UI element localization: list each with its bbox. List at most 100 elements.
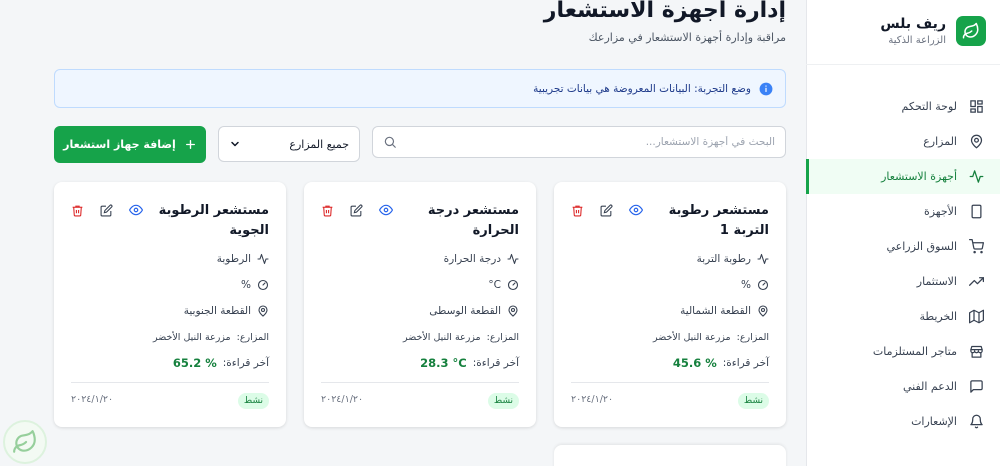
brand-name: ريف بلس xyxy=(880,16,946,32)
last-reading-row: آخر قراءة: 45.6 % xyxy=(673,356,769,370)
delete-button[interactable] xyxy=(568,202,587,218)
last-reading-value: 28.3 °C xyxy=(420,356,467,370)
map-pin-icon xyxy=(758,305,768,317)
sidebar-item-label: متاجر المستلزمات xyxy=(872,345,957,358)
sensor-card[interactable]: مستشعر درجة الحرارة درجة الحرارة °C القط… xyxy=(304,182,536,427)
watermark-logo-icon xyxy=(3,420,47,464)
demo-mode-banner: وضع التجربة: البيانات المعروضة هي بيانات… xyxy=(54,69,786,108)
page-title: إدارة أجهزة الاستشعار xyxy=(543,0,786,23)
sensor-unit: °C xyxy=(488,279,501,291)
sidebar-item-devices[interactable]: الأجهزة xyxy=(807,194,1000,229)
sensor-date: ٢٠٢٤/١/٢٠ xyxy=(71,394,114,405)
plus-icon xyxy=(185,140,195,149)
card-actions xyxy=(318,202,395,218)
trash-icon xyxy=(572,205,583,216)
sidebar-item-label: الاستثمار xyxy=(916,275,957,288)
sidebar-item-label: الدعم الفني xyxy=(902,380,957,393)
sensor-farmer-row: المزارع: مزرعة النيل الأخضر xyxy=(153,332,269,343)
sidebar-item-map[interactable]: الخريطة xyxy=(807,299,1000,334)
sidebar-item-label: الخريطة xyxy=(919,310,957,323)
sensor-date: ٢٠٢٤/١/٢٠ xyxy=(571,394,614,405)
activity-icon xyxy=(507,253,519,265)
sensor-card[interactable]: مستشعر الرطوبة الجوية الرطوبة % القطعة ا… xyxy=(54,182,286,427)
sensor-title: مستشعر الرطوبة الجوية xyxy=(158,203,269,238)
map-pin-icon xyxy=(970,134,983,149)
add-sensor-label: إضافة جهاز استشعار xyxy=(63,138,176,151)
page-subtitle: مراقبة وإدارة أجهزة الاستشعار في مزارعك xyxy=(588,31,786,44)
brand[interactable]: ريف بلس الزراعة الذكية xyxy=(880,16,986,46)
status-badge: نشط xyxy=(487,393,519,409)
store-icon xyxy=(970,345,983,358)
add-sensor-button[interactable]: إضافة جهاز استشعار xyxy=(54,126,206,163)
sensor-farmer: مزرعة النيل الأخضر xyxy=(653,332,731,343)
card-actions xyxy=(68,202,145,218)
sidebar-item-label: لوحة التحكم xyxy=(901,100,957,113)
sidebar-item-dashboard[interactable]: لوحة التحكم xyxy=(807,89,1000,124)
sensor-type: رطوبة التربة xyxy=(696,253,751,265)
edit-icon xyxy=(100,203,113,216)
sidebar-item-label: الإشعارات xyxy=(911,415,957,428)
sensor-type-row: درجة الحرارة xyxy=(444,253,519,265)
sensor-card[interactable]: مستشعر رطوبة التربة 1 رطوبة التربة % الق… xyxy=(554,182,786,427)
sensor-type: الرطوبة xyxy=(216,253,251,265)
sensor-type-row: الرطوبة xyxy=(217,253,269,265)
sidebar-item-market[interactable]: السوق الزراعي xyxy=(807,229,1000,264)
sidebar-item-notifications[interactable]: الإشعارات xyxy=(807,404,1000,439)
activity-icon xyxy=(757,253,769,265)
sensor-unit: % xyxy=(241,279,251,291)
farm-filter-select[interactable]: جميع المزارع xyxy=(218,126,360,162)
view-button[interactable] xyxy=(126,202,145,218)
last-reading-row: آخر قراءة: 28.3 °C xyxy=(420,356,519,370)
chevron-down-icon xyxy=(231,141,239,147)
sidebar-item-label: الأجهزة xyxy=(923,205,957,218)
gauge-icon xyxy=(507,279,519,291)
gauge-icon xyxy=(257,279,269,291)
info-icon xyxy=(759,82,773,95)
card-divider xyxy=(71,382,269,383)
delete-button[interactable] xyxy=(318,202,337,218)
sensor-unit-row: % xyxy=(741,279,769,291)
cart-icon xyxy=(969,239,984,254)
sidebar-item-support[interactable]: الدعم الفني xyxy=(807,369,1000,404)
sidebar-item-sensors[interactable]: أجهزة الاستشعار xyxy=(806,159,1000,194)
sidebar-item-investment[interactable]: الاستثمار xyxy=(807,264,1000,299)
last-reading-value: 45.6 % xyxy=(672,356,717,370)
gauge-icon xyxy=(757,279,769,291)
map-pin-icon xyxy=(258,305,268,317)
sidebar-item-stores[interactable]: متاجر المستلزمات xyxy=(807,334,1000,369)
delete-button[interactable] xyxy=(68,202,87,218)
bell-icon xyxy=(970,414,983,429)
sensor-location: القطعة الوسطى xyxy=(429,305,501,317)
trash-icon xyxy=(72,205,83,216)
edit-button[interactable] xyxy=(347,202,366,218)
eye-icon xyxy=(128,204,143,216)
card-divider xyxy=(321,382,519,383)
edit-icon xyxy=(600,203,613,216)
sensor-title: مستشعر درجة الحرارة xyxy=(427,203,519,238)
last-reading-prefix: آخر قراءة: xyxy=(222,357,269,369)
activity-icon xyxy=(257,253,269,265)
edit-button[interactable] xyxy=(597,202,616,218)
tablet-icon xyxy=(971,204,982,219)
trash-icon xyxy=(322,205,333,216)
view-button[interactable] xyxy=(376,202,395,218)
sensor-farmer: مزرعة النيل الأخضر xyxy=(153,332,231,343)
farm-filter-value: جميع المزارع xyxy=(289,137,349,151)
sidebar-item-label: أجهزة الاستشعار xyxy=(881,170,957,183)
sensor-farmer-row: المزارع: مزرعة النيل الأخضر xyxy=(403,332,519,343)
demo-mode-text: وضع التجربة: البيانات المعروضة هي بيانات… xyxy=(533,82,751,95)
sensor-location-row: القطعة الجنوبية xyxy=(184,305,269,317)
edit-button[interactable] xyxy=(97,202,116,218)
trending-up-icon xyxy=(969,277,984,286)
sidebar-item-farms[interactable]: المزارع xyxy=(807,124,1000,159)
sensor-search[interactable] xyxy=(372,126,786,158)
sensor-title: مستشعر رطوبة التربة 1 xyxy=(668,203,769,238)
view-button[interactable] xyxy=(626,202,645,218)
main-content: إدارة أجهزة الاستشعار مراقبة وإدارة أجهز… xyxy=(30,0,786,466)
last-reading-prefix: آخر قراءة: xyxy=(472,357,519,369)
farmer-prefix: المزارع: xyxy=(236,332,269,343)
sensor-unit: % xyxy=(741,279,751,291)
farmer-prefix: المزارع: xyxy=(486,332,519,343)
search-input[interactable] xyxy=(405,136,775,148)
sidebar-item-label: السوق الزراعي xyxy=(886,240,957,253)
